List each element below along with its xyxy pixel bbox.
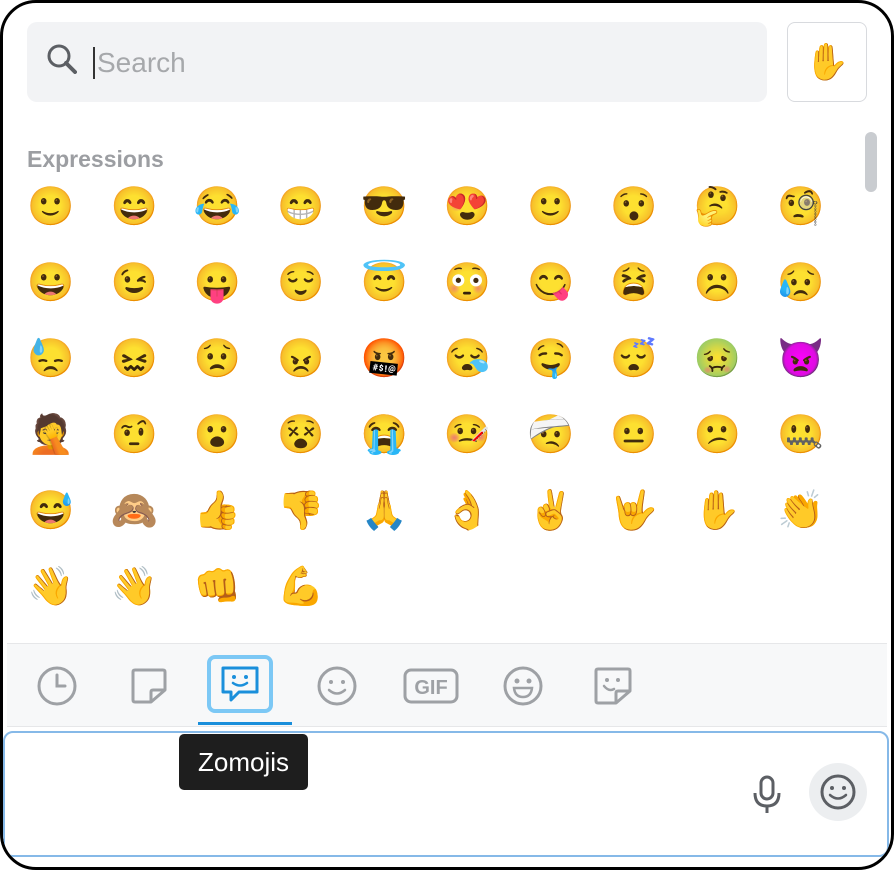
search-icon <box>47 44 77 74</box>
message-composer[interactable] <box>3 731 889 857</box>
emoji-item[interactable]: 👎 <box>275 485 327 537</box>
emoji-item[interactable]: 😕 <box>691 409 743 461</box>
emoji-item[interactable]: 😵 <box>275 409 327 461</box>
emoji-item[interactable]: 😓 <box>25 333 77 385</box>
tab-gif[interactable]: GIF <box>399 656 463 716</box>
emoji-item[interactable]: 😫 <box>608 257 660 309</box>
raised-hand-icon: ✋ <box>804 41 850 82</box>
emoji-item[interactable]: 🤦 <box>25 409 77 461</box>
emoji-item[interactable]: 👍 <box>192 485 244 537</box>
section-heading: Expressions <box>27 146 164 172</box>
emoji-item[interactable]: 😁 <box>275 181 327 233</box>
emoji-item[interactable]: 🙏 <box>358 485 410 537</box>
emoji-item[interactable]: 😄 <box>108 181 160 233</box>
smiley-icon <box>317 666 357 706</box>
scrollbar[interactable] <box>863 128 879 643</box>
emoji-item[interactable]: 😠 <box>275 333 327 385</box>
emoji-item[interactable]: 😐 <box>608 409 660 461</box>
search-input[interactable] <box>95 40 739 86</box>
emoji-item[interactable]: 🤐 <box>775 409 827 461</box>
sticker-face-icon <box>594 667 632 705</box>
grin-icon <box>503 666 543 706</box>
emoji-item[interactable]: 😴 <box>608 333 660 385</box>
emoji-item[interactable]: 🤟 <box>608 485 660 537</box>
emoji-item[interactable]: 😥 <box>775 257 827 309</box>
tab-stickers[interactable] <box>119 656 179 716</box>
emoji-item[interactable]: 😖 <box>108 333 160 385</box>
svg-text:GIF: GIF <box>414 677 447 699</box>
emoji-picker-button[interactable] <box>809 763 867 821</box>
emoji-item[interactable]: 😍 <box>442 181 494 233</box>
emoji-item[interactable]: 👏 <box>775 485 827 537</box>
emoji-item[interactable]: 🙂 <box>525 181 577 233</box>
emoji-item[interactable]: 🧐 <box>775 181 827 233</box>
emoji-item[interactable]: 🙈 <box>108 485 160 537</box>
emoji-item[interactable]: 👿 <box>775 333 827 385</box>
emoji-item[interactable]: 😌 <box>275 257 327 309</box>
category-tabs: GIF <box>7 643 887 727</box>
emoji-item[interactable]: 😅 <box>25 485 77 537</box>
emoji-item[interactable]: ☹️ <box>691 257 743 309</box>
emoji-picker-frame: ✋ Expressions 🙂 😄 😂 😁 😎 😍 🙂 😯 🤔 🧐 😀 😉 😛 😌 😇 😳 😋 😫 ☹️ 😥 😓 😖 😟 😠 🤬… <box>0 0 894 870</box>
emoji-item[interactable]: 🤬 <box>358 333 410 385</box>
tooltip: Zomojis <box>179 734 308 790</box>
emoji-item[interactable]: 🤢 <box>691 333 743 385</box>
emoji-item[interactable]: 🙂 <box>25 181 77 233</box>
emoji-item[interactable]: 😉 <box>108 257 160 309</box>
tab-emoji[interactable] <box>307 656 367 716</box>
emoji-item[interactable]: ✌️ <box>525 485 577 537</box>
zomoji-icon <box>221 666 259 702</box>
tab-recent[interactable] <box>27 656 87 716</box>
tab-custom-stickers[interactable] <box>583 656 643 716</box>
emoji-item[interactable]: 🤔 <box>691 181 743 233</box>
emoji-item[interactable]: 👌 <box>442 485 494 537</box>
tab-emoticons[interactable] <box>493 656 553 716</box>
emoji-item[interactable]: 💪 <box>275 561 327 613</box>
emoji-item[interactable]: ✋ <box>691 485 743 537</box>
emoji-item[interactable]: 😋 <box>525 257 577 309</box>
search-box[interactable] <box>27 22 767 102</box>
emoji-item[interactable]: 😇 <box>358 257 410 309</box>
emoji-item[interactable]: 😂 <box>192 181 244 233</box>
emoji-item[interactable]: 😮 <box>192 409 244 461</box>
emoji-item[interactable]: 👊 <box>192 561 244 613</box>
smiley-icon <box>820 774 856 810</box>
emoji-item[interactable]: 😎 <box>358 181 410 233</box>
emoji-item[interactable]: 😟 <box>192 333 244 385</box>
emoji-item[interactable]: 😪 <box>442 333 494 385</box>
emoji-item[interactable]: 😯 <box>608 181 660 233</box>
emoji-item[interactable]: 😛 <box>192 257 244 309</box>
active-tab-indicator <box>198 722 292 725</box>
clock-icon <box>37 666 77 706</box>
emoji-item[interactable]: 🤤 <box>525 333 577 385</box>
emoji-item[interactable]: 🤒 <box>442 409 494 461</box>
emoji-item[interactable]: 🤨 <box>108 409 160 461</box>
emoji-item[interactable]: 😀 <box>25 257 77 309</box>
skin-tone-button[interactable]: ✋ <box>787 22 867 102</box>
sticker-icon <box>131 668 167 704</box>
gif-icon: GIF <box>403 668 459 704</box>
scrollbar-thumb[interactable] <box>865 132 877 192</box>
emoji-item[interactable]: 🤕 <box>525 409 577 461</box>
microphone-icon[interactable] <box>750 775 784 815</box>
tab-zomojis[interactable] <box>207 655 273 713</box>
emoji-item[interactable]: 😭 <box>358 409 410 461</box>
emoji-item[interactable]: 👋 <box>108 561 160 613</box>
emoji-item[interactable]: 😳 <box>442 257 494 309</box>
emoji-item[interactable]: 👋 <box>25 561 77 613</box>
